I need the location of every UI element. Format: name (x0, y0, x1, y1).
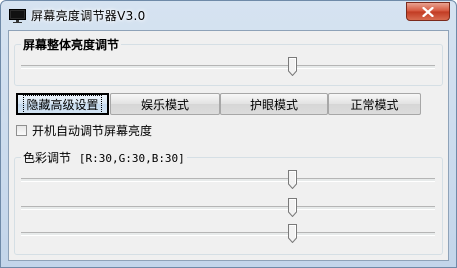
slider-thumb[interactable] (288, 198, 297, 217)
autostart-option[interactable]: 开机自动调节屏幕亮度 (16, 123, 153, 138)
client-area: 屏幕整体亮度调节 隐藏高级设置 娱乐模式 护眼模式 正常模式 开机自动调节屏幕亮… (8, 30, 449, 261)
entertainment-mode-label: 娱乐模式 (140, 97, 189, 112)
hide-advanced-label: 隐藏高级设置 (23, 94, 102, 114)
slider-track (21, 232, 435, 236)
monitor-icon (9, 9, 26, 23)
color-group-legend: 色彩调节 [R:30,G:30,B:30] (21, 149, 187, 166)
window-title: 屏幕亮度调节器V3.0 (31, 9, 146, 23)
normal-mode-button[interactable]: 正常模式 (328, 93, 421, 115)
slider-thumb[interactable] (288, 170, 297, 189)
normal-mode-label: 正常模式 (350, 97, 399, 112)
rgb-readout: [R:30,G:30,B:30] (78, 152, 185, 165)
blue-slider[interactable] (21, 224, 435, 244)
mode-button-bar: 隐藏高级设置 娱乐模式 护眼模式 正常模式 (16, 93, 421, 115)
slider-track (21, 65, 435, 69)
brightness-group-label: 屏幕整体亮度调节 (21, 36, 122, 53)
entertainment-mode-button[interactable]: 娱乐模式 (110, 93, 220, 115)
title-bar[interactable]: 屏幕亮度调节器V3.0 (1, 1, 456, 31)
eye-care-mode-label: 护眼模式 (249, 97, 298, 112)
close-icon (422, 6, 434, 17)
red-slider[interactable] (21, 170, 435, 190)
eye-care-mode-button[interactable]: 护眼模式 (220, 93, 328, 115)
color-group-label: 色彩调节 (23, 151, 72, 165)
hide-advanced-button[interactable]: 隐藏高级设置 (16, 93, 109, 115)
app-window: 屏幕亮度调节器V3.0 屏幕整体亮度调节 隐藏高级设置 娱乐模式 护眼模式 正常… (0, 0, 457, 268)
close-button[interactable] (406, 2, 450, 21)
autostart-checkbox[interactable] (16, 124, 27, 136)
slider-track (21, 178, 435, 182)
green-slider[interactable] (21, 198, 435, 218)
slider-track (21, 206, 435, 210)
slider-thumb[interactable] (288, 57, 297, 76)
brightness-group: 屏幕整体亮度调节 (14, 36, 443, 86)
autostart-label: 开机自动调节屏幕亮度 (32, 123, 153, 138)
slider-thumb[interactable] (288, 224, 297, 243)
color-group: 色彩调节 [R:30,G:30,B:30] (14, 149, 443, 255)
brightness-slider[interactable] (21, 57, 435, 77)
